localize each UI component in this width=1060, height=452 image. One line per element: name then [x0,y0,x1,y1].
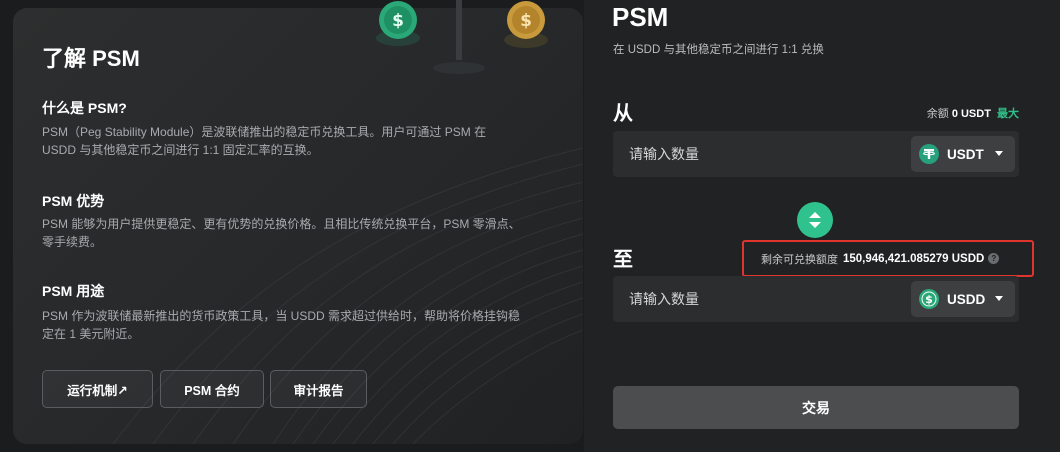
chevron-down-icon [995,296,1003,301]
quota-value: 150,946,421.085279 USDD [843,252,985,265]
to-label: 至 [613,249,633,271]
tether-icon [919,144,939,164]
psm-contract-button[interactable]: PSM 合约 [160,370,264,408]
svg-text:$: $ [520,11,532,31]
psm-trade-panel: PSM 在 USDD 与其他稳定币之间进行 1:1 兑换 从 余额 0 USDT… [584,0,1060,452]
about-title: 了解 PSM [42,46,140,71]
usdd-dollar-icon: $ [919,289,939,309]
page-title: PSM [612,2,669,32]
swap-arrows-icon [809,212,821,228]
mechanism-link-button[interactable]: 运行机制↗ [42,370,153,408]
svg-text:$: $ [392,11,404,31]
to-input-row: $ USDD [613,276,1019,322]
quota-label: 剩余可兑换额度 [761,253,838,266]
from-token-select[interactable]: USDT [911,136,1015,172]
from-input-row: USDT [613,131,1019,177]
swap-direction-button[interactable] [797,202,833,238]
from-amount-input[interactable] [613,131,903,177]
audit-report-button[interactable]: 审计报告 [270,370,367,408]
trade-submit-button[interactable]: 交易 [613,386,1019,429]
section-body-what: PSM（Peg Stability Module）是波联储推出的稳定币兑换工具。… [42,125,487,157]
section-title-advantage: PSM 优势 [42,193,105,209]
question-icon[interactable]: ? [988,253,1000,264]
section-title-usage: PSM 用途 [42,283,105,299]
balance-display: 余额 0 USDT 最大 [927,105,1019,121]
svg-text:$: $ [925,293,933,306]
section-body-advantage: PSM 能够为用户提供更稳定、更有优势的兑换价格。且相比传统兑换平台，PSM 零… [42,217,521,249]
balance-scale-illustration: $ $ [376,0,548,74]
chevron-down-icon [995,151,1003,156]
balance-value: 0 USDT [951,108,991,120]
to-amount-input[interactable] [613,276,903,322]
page-subtitle: 在 USDD 与其他稳定币之间进行 1:1 兑换 [613,44,824,56]
section-title-what: 什么是 PSM? [42,100,127,116]
max-button[interactable]: 最大 [997,108,1019,120]
to-token-select[interactable]: $ USDD [911,281,1015,317]
to-token-name: USDD [947,291,986,307]
from-label: 从 [613,103,633,125]
section-body-usage: PSM 作为波联储最新推出的货币政策工具，当 USDD 需求超过供给时，帮助将价… [42,309,521,341]
from-token-name: USDT [947,146,984,162]
balance-label: 余额 [926,108,949,120]
remaining-quota-highlight: 剩余可兑换额度 150,946,421.085279 USDD ? [742,240,1034,277]
